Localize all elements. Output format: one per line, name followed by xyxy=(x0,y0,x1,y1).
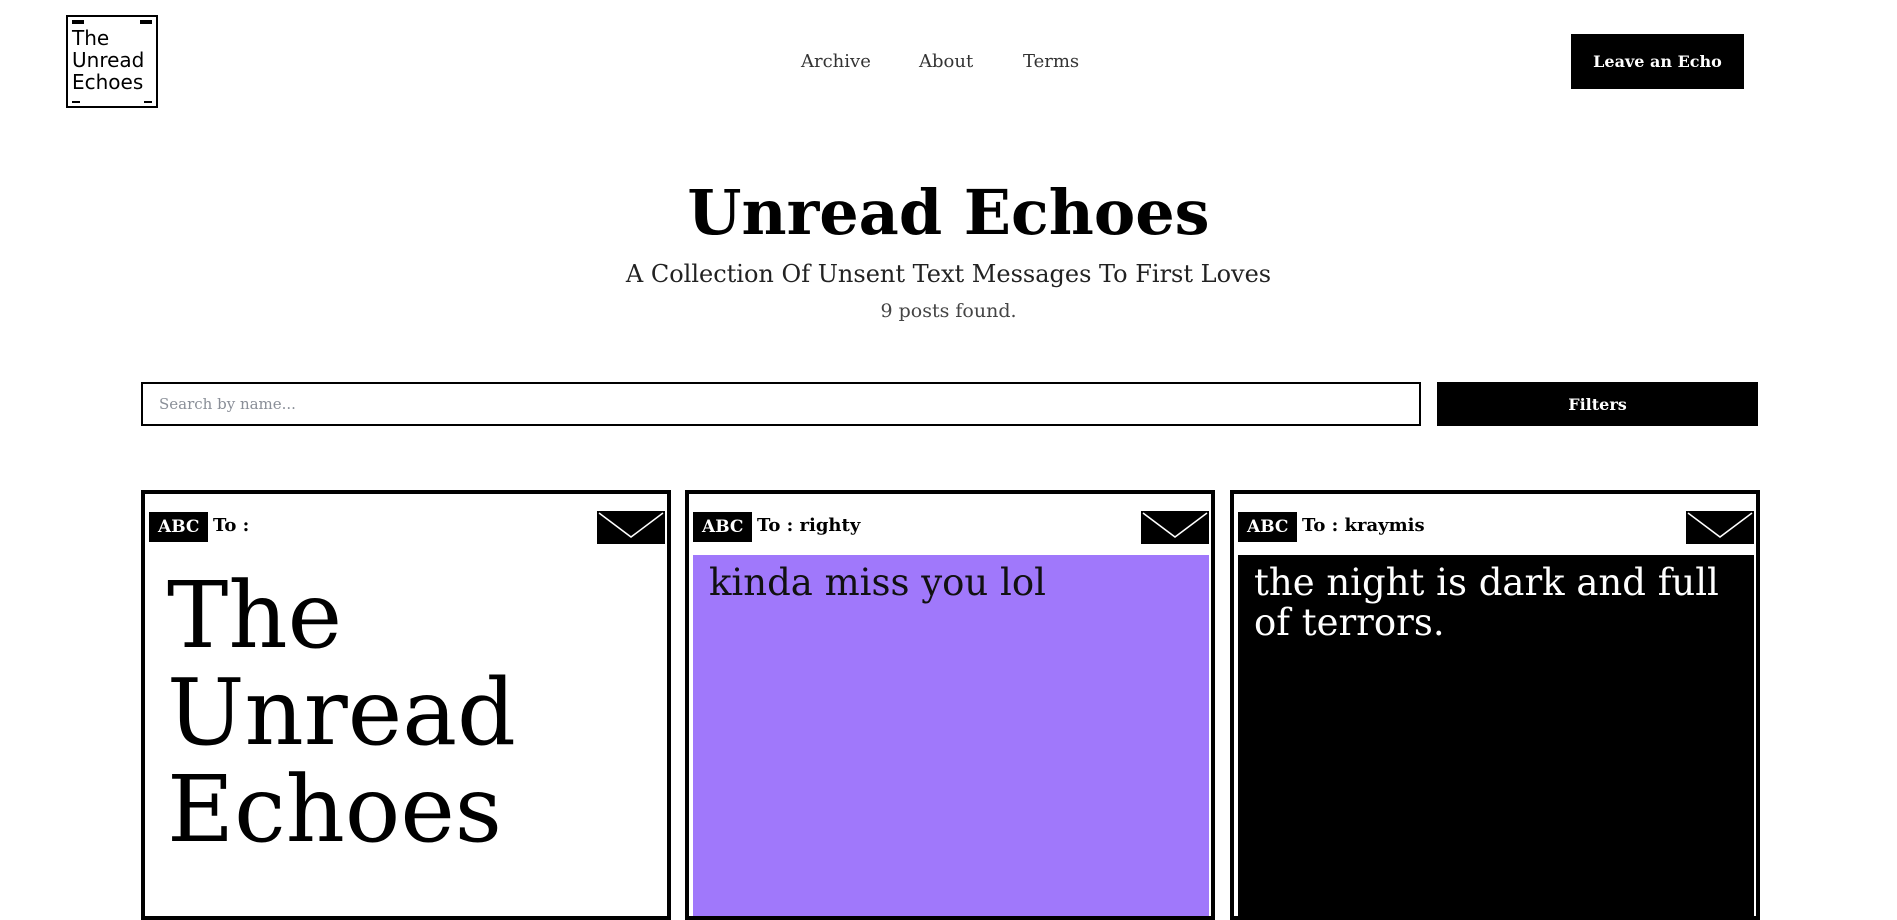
envelope-icon[interactable] xyxy=(597,511,665,544)
card-badge: ABC xyxy=(693,512,753,542)
page-title: Unread Echoes xyxy=(687,176,1210,249)
logo-corner-mark xyxy=(72,101,80,103)
posts-count: 9 posts found. xyxy=(880,300,1017,322)
message-card[interactable]: ABC To : righty kinda miss you lol xyxy=(685,490,1215,920)
envelope-icon[interactable] xyxy=(1686,511,1754,544)
card-recipient: To : righty xyxy=(757,515,861,536)
leave-an-echo-button[interactable]: Leave an Echo xyxy=(1571,34,1744,89)
card-badge: ABC xyxy=(149,512,209,542)
envelope-icon[interactable] xyxy=(1141,511,1209,544)
card-message: kinda miss you lol xyxy=(693,555,1209,916)
message-card[interactable]: ABC To : The Unread Echoes xyxy=(141,490,671,920)
card-recipient: To : kraymis xyxy=(1302,515,1425,536)
nav-terms[interactable]: Terms xyxy=(1023,51,1079,72)
page-subtitle: A Collection Of Unsent Text Messages To … xyxy=(625,260,1272,288)
logo-corner-mark xyxy=(72,20,84,24)
card-message: the night is dark and full of terrors. xyxy=(1238,555,1754,916)
nav-about[interactable]: About xyxy=(919,51,973,72)
card-message: The Unread Echoes xyxy=(149,555,665,916)
message-card[interactable]: ABC To : kraymis the night is dark and f… xyxy=(1230,490,1760,920)
nav-archive[interactable]: Archive xyxy=(801,51,871,72)
card-badge: ABC xyxy=(1238,512,1298,542)
filters-button[interactable]: Filters xyxy=(1437,382,1758,426)
logo-corner-mark xyxy=(144,101,152,103)
card-recipient: To : xyxy=(213,515,250,536)
logo-corner-mark xyxy=(140,20,152,24)
search-input[interactable] xyxy=(141,382,1421,426)
